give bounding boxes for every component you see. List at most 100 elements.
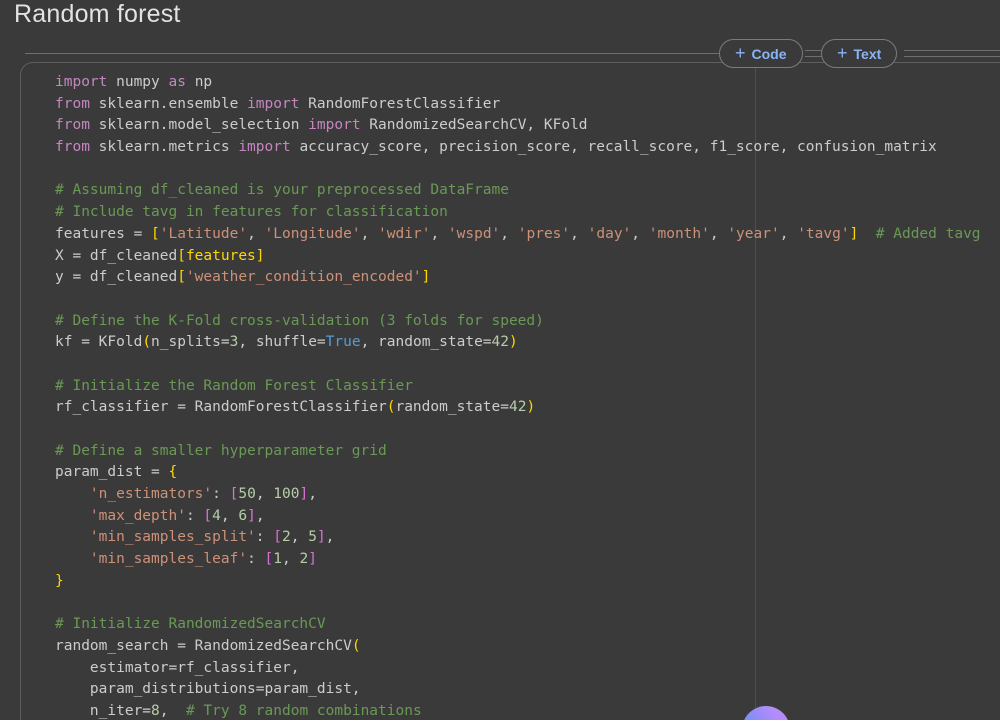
code-token: [features] xyxy=(177,248,264,264)
code-token: 42 xyxy=(492,334,509,350)
code-token: True xyxy=(326,334,361,350)
code-token: # Try 8 random combinations xyxy=(186,703,422,719)
code-token: 'wdir' xyxy=(378,226,430,242)
code-line: 'min_samples_split': [2, 5], xyxy=(55,527,995,549)
code-line: estimator=rf_classifier, xyxy=(55,658,995,680)
add-text-button[interactable]: + Text xyxy=(821,39,897,68)
code-token: : xyxy=(186,508,203,524)
plus-icon: + xyxy=(735,44,746,62)
code-token: from xyxy=(55,117,90,133)
code-editor[interactable]: import numpy as np from sklearn.ensemble … xyxy=(55,72,995,720)
code-token: : xyxy=(247,551,264,567)
code-token: 2 xyxy=(299,551,308,567)
code-token: rf_classifier = RandomForestClassifier xyxy=(55,399,387,415)
code-token: RandomForestClassifier xyxy=(299,96,500,112)
code-token: 'tavg' xyxy=(797,226,849,242)
code-line: y = df_cleaned['weather_condition_encode… xyxy=(55,267,995,289)
code-token xyxy=(55,529,90,545)
code-token: from xyxy=(55,139,90,155)
code-token: import xyxy=(247,96,299,112)
code-token: 'weather_condition_encoded' xyxy=(186,269,422,285)
code-token: , xyxy=(326,529,335,545)
code-token: # Define the K-Fold cross-validation (3 … xyxy=(55,313,544,329)
code-token xyxy=(858,226,875,242)
code-token: numpy xyxy=(107,74,168,90)
code-token: 'day' xyxy=(588,226,632,242)
code-line: # Initialize RandomizedSearchCV xyxy=(55,614,995,636)
code-line: from sklearn.model_selection import Rand… xyxy=(55,115,995,137)
code-token: y = df_cleaned xyxy=(55,269,177,285)
code-token: , xyxy=(570,226,587,242)
add-cell-divider-right xyxy=(904,50,1000,57)
code-token: , xyxy=(500,226,517,242)
add-code-button[interactable]: + Code xyxy=(719,39,803,68)
code-token: 50 xyxy=(238,486,255,502)
code-token: ( xyxy=(142,334,151,350)
code-line xyxy=(55,159,995,181)
code-token: , random_state= xyxy=(361,334,492,350)
code-token: sklearn.metrics xyxy=(90,139,238,155)
code-token: accuracy_score, precision_score, recall_… xyxy=(291,139,937,155)
code-token: } xyxy=(55,573,64,589)
code-token: [ xyxy=(151,226,160,242)
code-line: # Include tavg in features for classific… xyxy=(55,202,995,224)
code-token: # Define a smaller hyperparameter grid xyxy=(55,443,387,459)
code-token: , xyxy=(282,551,299,567)
code-line: from sklearn.ensemble import RandomFores… xyxy=(55,94,995,116)
code-line: 'n_estimators': [50, 100], xyxy=(55,484,995,506)
code-token: n_splits= xyxy=(151,334,230,350)
code-line xyxy=(55,419,995,441)
code-line: n_iter=8, # Try 8 random combinations xyxy=(55,701,995,720)
code-token: ) xyxy=(509,334,518,350)
code-line: # Initialize the Random Forest Classifie… xyxy=(55,376,995,398)
add-code-label: Code xyxy=(752,46,787,62)
code-token: 'n_estimators' xyxy=(90,486,212,502)
code-token: 'min_samples_leaf' xyxy=(90,551,247,567)
code-token: , xyxy=(247,226,264,242)
code-token: 'max_depth' xyxy=(90,508,186,524)
code-token: 4 xyxy=(212,508,221,524)
code-token: 6 xyxy=(238,508,247,524)
code-token xyxy=(55,551,90,567)
page-title: Random forest xyxy=(14,0,181,29)
code-line: # Define the K-Fold cross-validation (3 … xyxy=(55,311,995,333)
code-token: [ xyxy=(265,551,274,567)
code-token: RandomizedSearchCV, KFold xyxy=(361,117,588,133)
code-line: param_dist = { xyxy=(55,462,995,484)
code-token: sklearn.model_selection xyxy=(90,117,308,133)
code-line: # Define a smaller hyperparameter grid xyxy=(55,441,995,463)
code-token: # Added tavg xyxy=(876,226,981,242)
code-line: from sklearn.metrics import accuracy_sco… xyxy=(55,137,995,159)
code-token: 'month' xyxy=(649,226,710,242)
code-token: features = xyxy=(55,226,151,242)
code-token: as xyxy=(169,74,186,90)
code-token: np xyxy=(186,74,212,90)
code-token: , xyxy=(308,486,317,502)
code-token: ] xyxy=(247,508,256,524)
code-line xyxy=(55,354,995,376)
code-token: 8 xyxy=(151,703,160,719)
code-token: # Include tavg in features for classific… xyxy=(55,204,448,220)
code-token: [ xyxy=(203,508,212,524)
code-token: , xyxy=(430,226,447,242)
code-token: X = df_cleaned xyxy=(55,248,177,264)
code-token: 'pres' xyxy=(518,226,570,242)
code-token xyxy=(55,486,90,502)
code-token: sklearn.ensemble xyxy=(90,96,247,112)
code-token: import xyxy=(308,117,360,133)
code-token: from xyxy=(55,96,90,112)
code-token: ( xyxy=(352,638,361,654)
code-line: kf = KFold(n_splits=3, shuffle=True, ran… xyxy=(55,332,995,354)
code-token: import xyxy=(238,139,290,155)
code-token: ) xyxy=(526,399,535,415)
code-line xyxy=(55,593,995,615)
code-token: random_search = RandomizedSearchCV xyxy=(55,638,352,654)
code-token: n_iter= xyxy=(55,703,151,719)
code-token: estimator=rf_classifier, xyxy=(55,660,299,676)
code-token: 100 xyxy=(273,486,299,502)
code-token: , xyxy=(710,226,727,242)
code-token: : xyxy=(256,529,273,545)
code-token: ] xyxy=(850,226,859,242)
code-token: 'Longitude' xyxy=(265,226,361,242)
code-line: random_search = RandomizedSearchCV( xyxy=(55,636,995,658)
